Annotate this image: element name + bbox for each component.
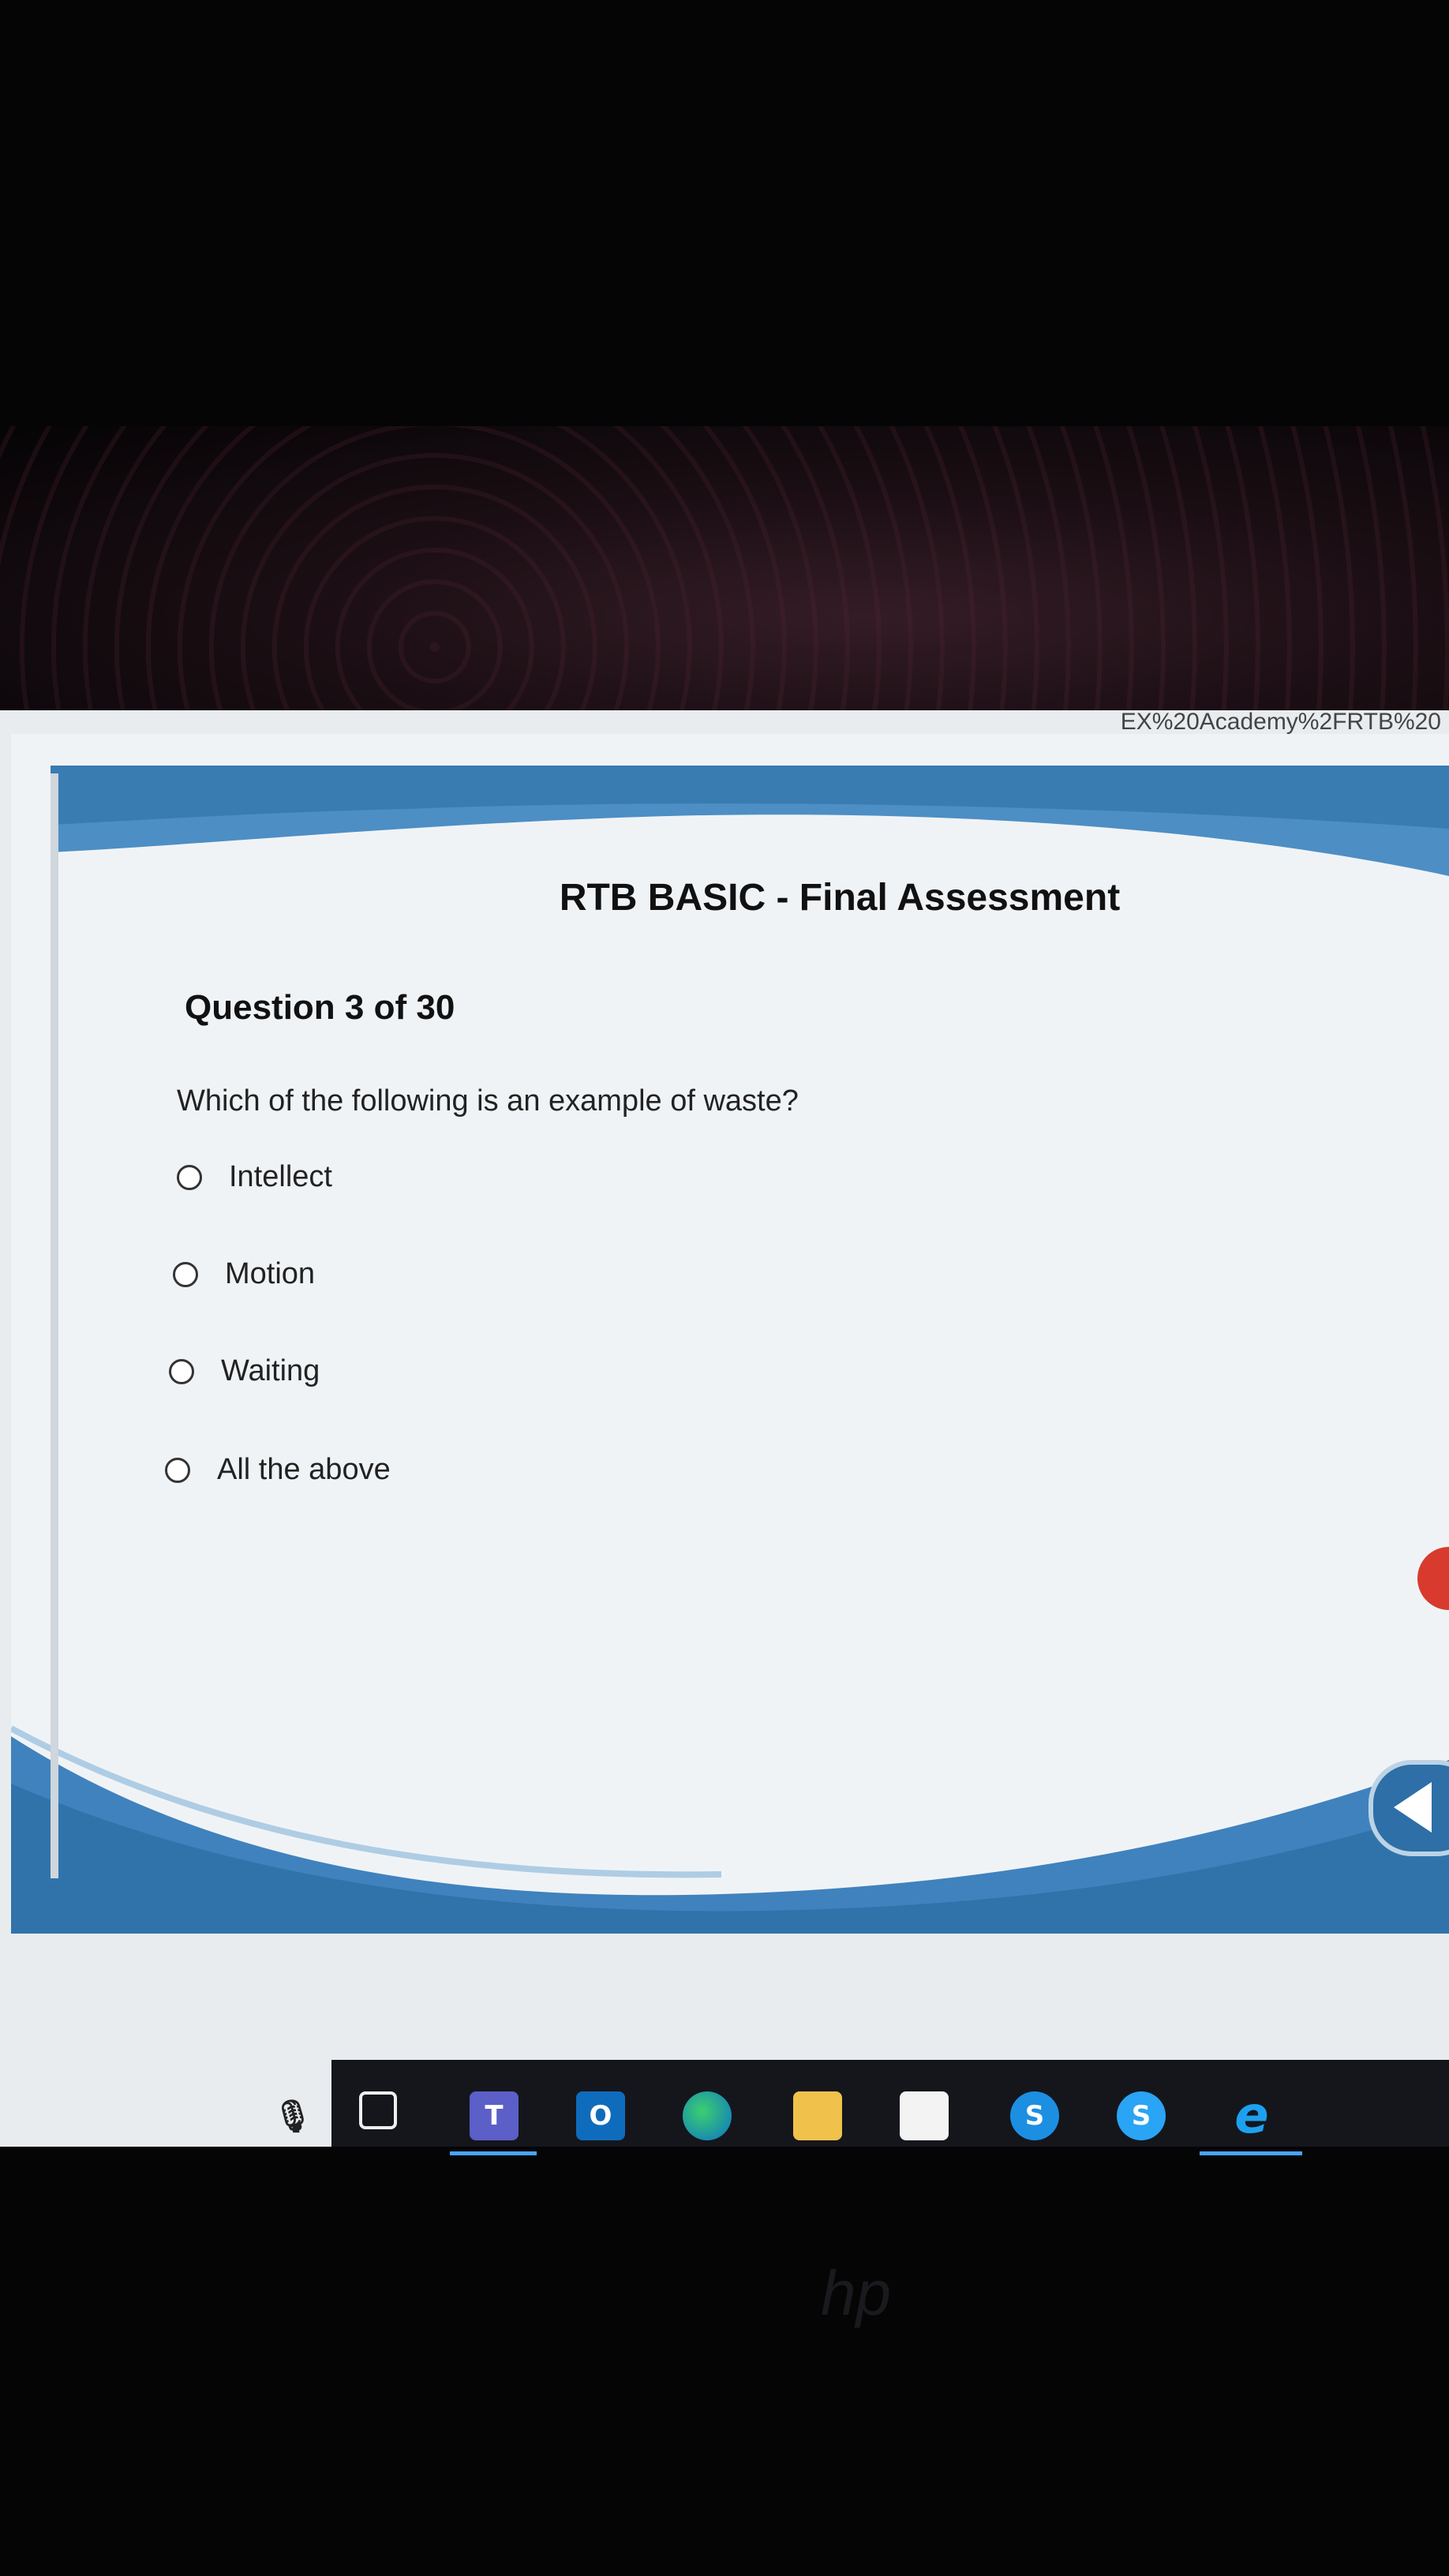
microphone-icon[interactable]: 🎙 — [268, 2091, 317, 2140]
outlook-icon[interactable]: O — [576, 2091, 625, 2140]
task-view-icon[interactable] — [359, 2091, 397, 2129]
skype-business-icon[interactable]: S — [1117, 2091, 1166, 2140]
answer-option-all-the-above[interactable]: All the above — [165, 1453, 391, 1487]
file-explorer-icon[interactable] — [793, 2091, 842, 2140]
radio-button[interactable] — [177, 1164, 202, 1190]
url-fragment: EX%20Academy%2FRTB%20 — [1120, 709, 1441, 735]
option-label: All the above — [217, 1453, 391, 1486]
background-fabric — [0, 426, 1449, 742]
quiz-slide: RTB BASIC - Final Assessment Question 3 … — [11, 734, 1449, 1934]
answer-option-waiting[interactable]: Waiting — [169, 1354, 320, 1388]
radio-button[interactable] — [169, 1358, 194, 1384]
page-title: RTB BASIC - Final Assessment — [559, 877, 1121, 919]
option-label: Motion — [225, 1257, 316, 1290]
question-text: Which of the following is an example of … — [177, 1084, 799, 1118]
teams-active-indicator — [450, 2151, 537, 2155]
option-label: Intellect — [229, 1160, 332, 1193]
screen: EX%20Academy%2FRTB%20 RTB BASIC - Final … — [0, 710, 1449, 2147]
answer-option-intellect[interactable]: Intellect — [177, 1160, 332, 1194]
arrow-left-icon — [1394, 1782, 1432, 1833]
hp-logo: hp — [821, 2258, 891, 2328]
teams-icon[interactable]: T — [470, 2091, 519, 2140]
question-counter: Question 3 of 30 — [185, 988, 455, 1027]
mail-icon[interactable] — [900, 2091, 949, 2140]
radio-button[interactable] — [165, 1457, 190, 1483]
option-label: Waiting — [221, 1354, 320, 1387]
answer-option-motion[interactable]: Motion — [173, 1257, 315, 1291]
previous-button[interactable] — [1368, 1760, 1449, 1856]
ie-active-indicator — [1200, 2151, 1302, 2155]
internet-explorer-icon[interactable]: e — [1227, 2087, 1276, 2145]
radio-button[interactable] — [173, 1261, 198, 1287]
edge-icon[interactable] — [683, 2091, 732, 2140]
skype-icon[interactable]: S — [1010, 2091, 1059, 2140]
slide-left-border — [51, 773, 58, 1878]
